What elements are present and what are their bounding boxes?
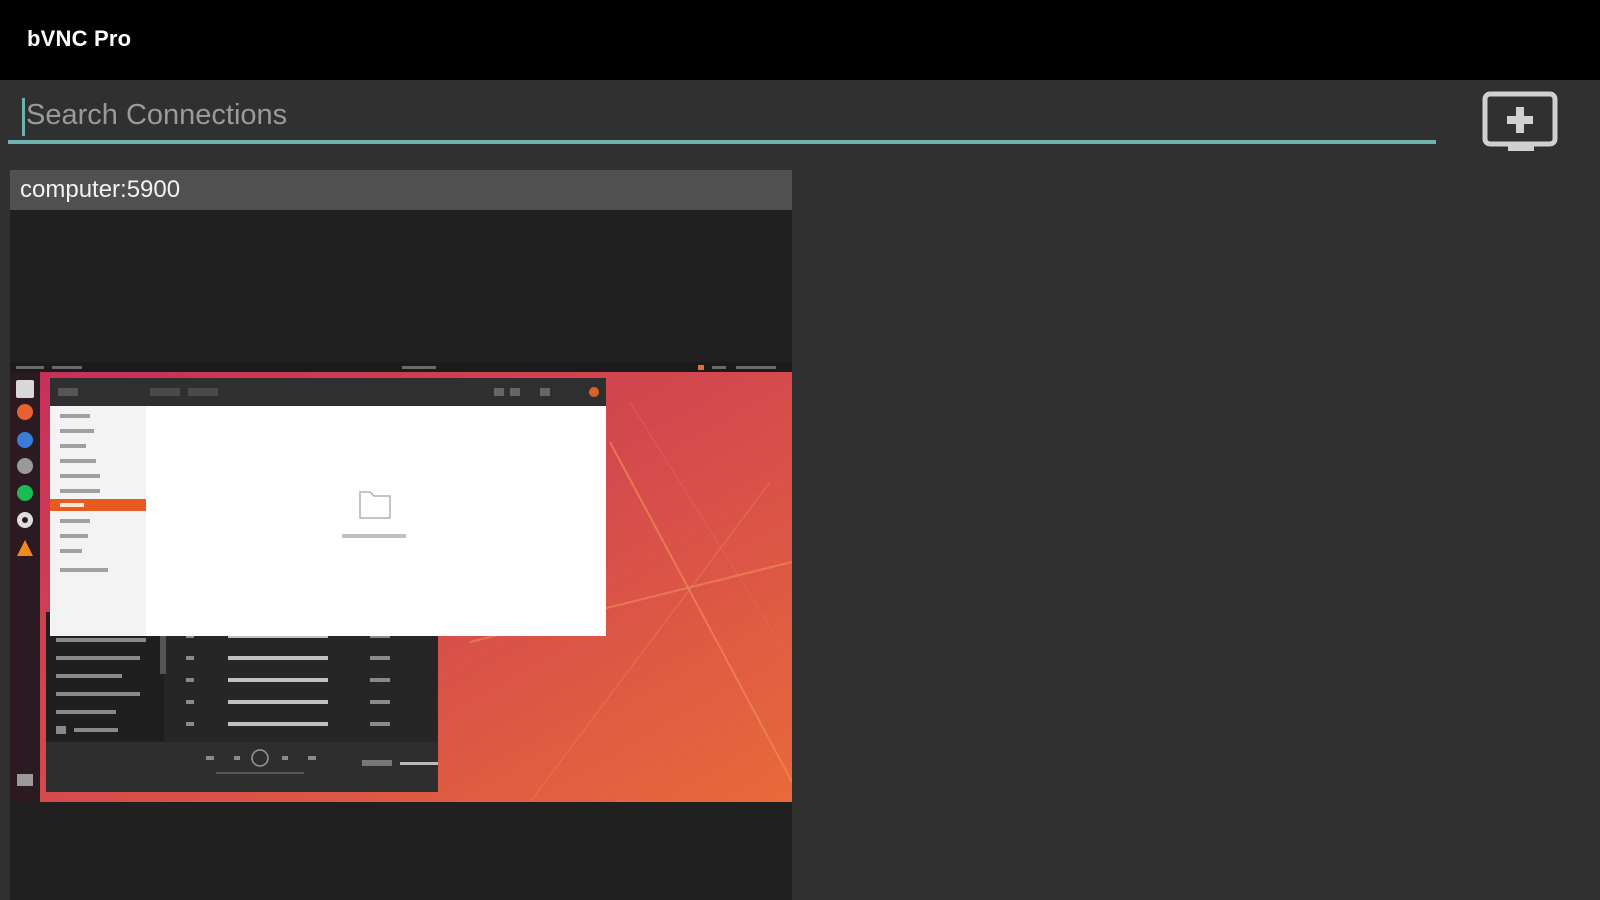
add-connection-button[interactable] bbox=[1482, 91, 1560, 153]
connection-card-header: computer:5900 bbox=[10, 170, 792, 210]
text-caret bbox=[22, 98, 25, 136]
search-underline bbox=[8, 140, 1436, 144]
search-container bbox=[8, 92, 1436, 144]
app-root: bVNC Pro computer:5900 bbox=[0, 0, 1600, 900]
add-connection-icon bbox=[1482, 91, 1558, 151]
app-bar: bVNC Pro bbox=[0, 0, 1600, 80]
desktop-screenshot-preview[interactable] bbox=[10, 362, 792, 802]
search-input[interactable] bbox=[16, 92, 1426, 138]
connection-card[interactable]: computer:5900 bbox=[10, 170, 792, 900]
connection-name: computer:5900 bbox=[20, 176, 181, 203]
app-title: bVNC Pro bbox=[27, 26, 132, 51]
